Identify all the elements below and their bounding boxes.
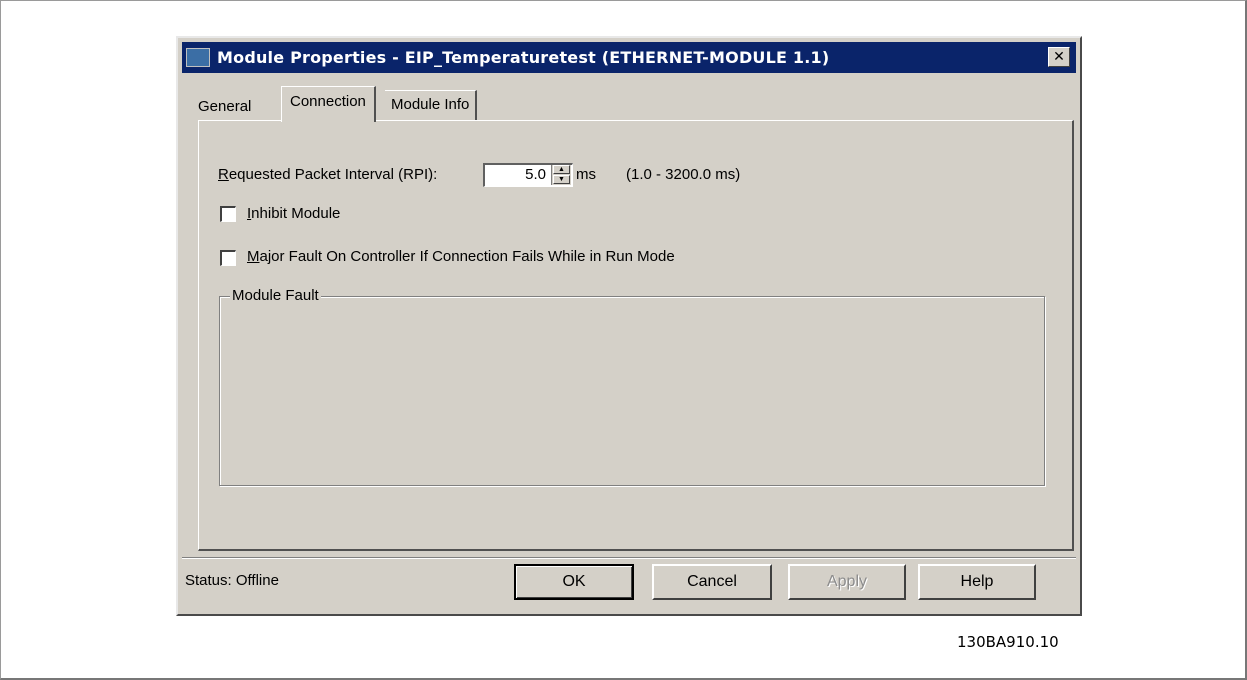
rpi-label: Requested Packet Interval (RPI): <box>218 166 438 183</box>
apply-button[interactable]: Apply <box>788 564 906 600</box>
cancel-button[interactable]: Cancel <box>652 564 772 600</box>
status-text: Status: Offline <box>185 572 279 589</box>
inhibit-module-checkbox[interactable] <box>220 206 236 222</box>
rpi-spinner[interactable]: ▲ ▼ <box>551 165 571 185</box>
title-bar: Module Properties - EIP_Temperaturetest … <box>182 42 1076 73</box>
module-fault-group <box>219 296 1045 486</box>
tab-module-info[interactable]: Module Info <box>385 90 478 120</box>
inhibit-module-label[interactable]: Inhibit Module <box>247 205 340 222</box>
window-icon <box>186 48 210 67</box>
rpi-range: (1.0 - 3200.0 ms) <box>626 166 741 183</box>
rpi-unit: ms <box>576 166 596 183</box>
module-properties-dialog: Module Properties - EIP_Temperaturetest … <box>176 36 1082 616</box>
major-fault-checkbox[interactable] <box>220 250 236 266</box>
close-icon[interactable]: ✕ <box>1048 47 1070 67</box>
ok-button[interactable]: OK <box>514 564 634 600</box>
spinner-down-icon[interactable]: ▼ <box>553 175 570 184</box>
tab-connection[interactable]: Connection <box>281 86 376 122</box>
figure-code: 130BA910.10 <box>957 633 1059 651</box>
tab-general[interactable]: General <box>198 98 251 115</box>
spinner-up-icon[interactable]: ▲ <box>553 165 570 174</box>
major-fault-label[interactable]: Major Fault On Controller If Connection … <box>247 248 675 265</box>
module-fault-legend: Module Fault <box>230 287 321 304</box>
window-title: Module Properties - EIP_Temperaturetest … <box>217 48 830 67</box>
status-separator <box>182 557 1076 559</box>
help-button[interactable]: Help <box>918 564 1036 600</box>
